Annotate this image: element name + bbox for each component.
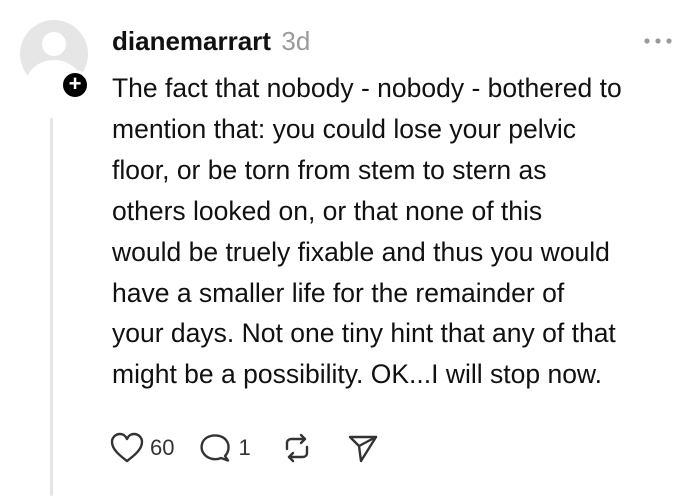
follow-plus-icon[interactable]: +	[60, 70, 90, 100]
action-bar: 60 1	[110, 428, 379, 468]
more-options-button[interactable]	[636, 28, 680, 54]
timestamp: 3d	[281, 26, 311, 56]
comment-text: The fact that nobody - nobody - bothered…	[112, 73, 622, 390]
more-horizontal-icon	[644, 38, 672, 44]
like-count: 60	[150, 435, 175, 460]
post-header: dianemarrart 3d	[112, 24, 310, 58]
reply-count: 1	[238, 435, 251, 460]
repost-icon	[285, 433, 308, 463]
like-button[interactable]: 60	[110, 432, 174, 464]
reply-button[interactable]: 1	[198, 432, 251, 464]
repost-button[interactable]	[281, 432, 313, 464]
thread-line	[50, 118, 53, 496]
comment-bubble-icon	[200, 434, 231, 462]
username-link[interactable]: dianemarrart	[112, 26, 271, 56]
heart-icon	[110, 432, 144, 463]
avatar-head	[42, 32, 66, 56]
share-button[interactable]	[347, 432, 379, 464]
send-icon	[348, 435, 377, 463]
